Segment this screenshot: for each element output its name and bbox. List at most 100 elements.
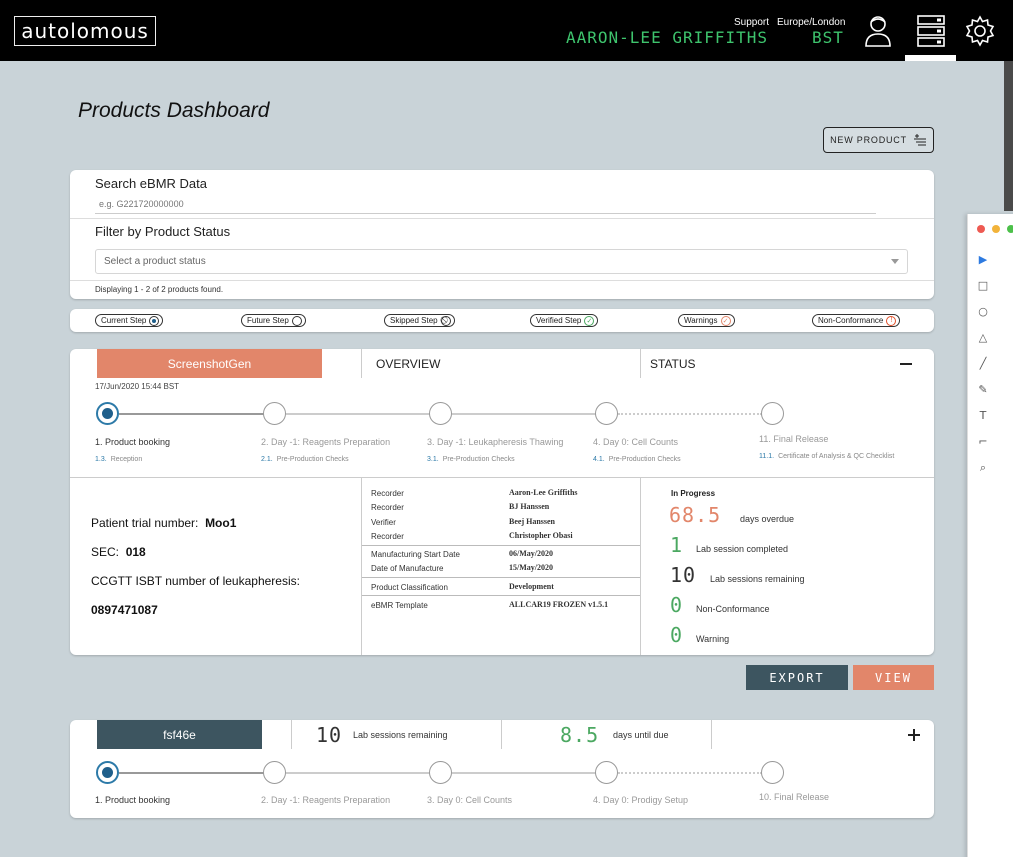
step-label: 11. Final Release [759,434,829,444]
patient-trial-value: Moo1 [205,516,237,530]
new-product-button[interactable]: NEW PRODUCT [823,127,934,153]
zoom-icon[interactable]: ⌕ [977,462,989,474]
overview-label: Recorder [371,489,404,498]
active-tab-indicator [905,55,956,61]
overview-label: Recorder [371,503,404,512]
completed-text: Lab session completed [696,544,789,554]
collapse-icon[interactable] [900,363,912,365]
product-name-tab[interactable]: ScreenshotGen [97,349,322,378]
remaining-count: 10 [316,723,343,747]
column-separator [501,720,502,749]
due-count: 8.5 [560,723,600,747]
sub-step-name: Reception [110,456,143,463]
remaining-text: Lab sessions remaining [710,574,805,584]
status-select-placeholder: Select a product status [104,256,206,267]
app-logo[interactable]: autolomous [14,16,156,46]
sub-step-number: 2.1. [261,456,273,463]
sub-step-name: Pre-Production Checks [276,456,349,463]
search-label: Search eBMR Data [95,176,207,191]
progress-status: In Progress [671,489,716,498]
step-label: 4. Day 0: Cell Counts [593,437,679,447]
step-track [119,413,264,415]
triangle-icon[interactable]: △ [977,332,989,344]
step-future[interactable] [429,761,452,784]
product-name-tab[interactable]: fsf46e [97,720,262,749]
legend-label: Future Step [247,316,289,325]
legend-label: Current Step [101,316,147,325]
divider [362,577,640,578]
due-text: days until due [613,730,669,740]
export-button[interactable]: EXPORT [746,665,848,690]
view-button[interactable]: VIEW [853,665,934,690]
product-card: ScreenshotGen OVERVIEW STATUS 17/Jun/202… [70,349,934,655]
legend-current-step: Current Step [95,314,164,327]
patient-trial-label: Patient trial number: [91,516,199,530]
step-track [286,772,430,774]
line-icon[interactable]: ╱ [977,358,989,370]
window-maximize-button[interactable] [1007,225,1013,233]
overview-value: Christopher Obasi [509,531,573,540]
column-separator [640,349,641,378]
text-icon[interactable]: T [977,410,989,422]
support-link[interactable]: Support [734,17,769,28]
remaining-text: Lab sessions remaining [353,730,448,740]
legend-warnings: Warnings ✓ [678,314,735,327]
window-minimize-button[interactable] [992,225,1000,233]
sub-step-number: 1.3. [95,456,107,463]
divider [70,280,934,281]
step-track [119,772,264,774]
search-input[interactable] [95,195,876,214]
floating-tool-window: ▶ □ ○ △ ╱ ✎ T ⌐ ⌕ [967,214,1013,857]
ellipse-icon[interactable]: ○ [977,306,989,318]
step-current[interactable] [96,761,119,784]
divider [70,477,934,478]
legend-label: Warnings [684,316,718,325]
step-future[interactable] [595,761,618,784]
step-track [452,772,596,774]
sec-value: 018 [125,545,146,559]
isbt-value: 0897471087 [91,603,158,617]
window-close-button[interactable] [977,225,985,233]
sub-step-label: 11.1. Certificate of Analysis & QC Checkl… [759,453,894,460]
step-label: 1. Product booking [95,437,171,447]
expand-icon-stroke [913,729,915,741]
rectangle-icon[interactable]: □ [977,280,989,292]
column-separator [711,720,712,749]
overview-label: Manufacturing Start Date [371,550,460,559]
overview-heading: OVERVIEW [376,357,441,371]
status-heading: STATUS [650,357,696,371]
overview-value: Beej Hanssen [509,517,555,526]
results-count: Displaying 1 - 2 of 2 products found. [95,285,224,294]
overview-value: BJ Hanssen [509,502,550,511]
legend-non-conformance: Non-Conformance ! [812,314,901,327]
product-date: 17/Jun/2020 15:44 BST [95,382,180,391]
step-future[interactable] [595,402,618,425]
step-future[interactable] [761,761,784,784]
step-label: 1. Product booking [95,795,171,805]
gear-icon[interactable] [964,14,996,48]
step-label: 4. Day 0: Prodigy Setup [593,795,689,805]
overview-value: 15/May/2020 [509,563,553,572]
status-select[interactable]: Select a product status [95,249,908,274]
warning-count: 0 [670,623,684,647]
filter-label: Filter by Product Status [95,224,231,239]
step-future[interactable] [429,402,452,425]
pointer-icon[interactable]: ▶ [977,254,989,266]
step-current[interactable] [96,402,119,425]
warning-icon: ✓ [720,315,731,326]
sub-step-label: 3.1. Pre-Production Checks [427,456,515,463]
step-future[interactable] [761,402,784,425]
completed-count: 1 [670,533,684,557]
overview-label: Verifier [371,518,396,527]
server-icon[interactable] [915,14,947,48]
region-label: Europe/London [777,17,846,28]
pen-icon[interactable]: ✎ [977,384,989,396]
step-track [452,413,596,415]
crop-icon[interactable]: ⌐ [977,436,989,448]
legend-verified-step: Verified Step ✓ [530,314,599,327]
step-future[interactable] [263,761,286,784]
divider [362,545,640,546]
new-product-label: NEW PRODUCT [830,135,907,145]
step-future[interactable] [263,402,286,425]
user-icon[interactable] [862,14,894,48]
